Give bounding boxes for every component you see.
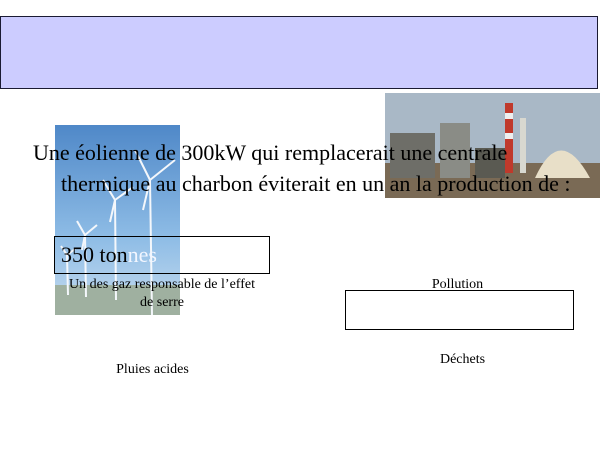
pollution-answer-box <box>345 290 574 330</box>
main-statement: Une éolienne de 300kW qui remplacerait u… <box>33 140 571 196</box>
slide-title-bar <box>0 16 598 89</box>
tonnes-answer-box: 350 tonnes <box>54 236 270 274</box>
label-greenhouse-gas: Un des gaz responsable de l’effet de ser… <box>69 277 255 310</box>
tonnes-suffix: nes <box>127 242 157 267</box>
label-acid-rain: Pluies acides <box>116 362 189 377</box>
tonnes-number: 350 ton <box>61 242 128 267</box>
label-waste: Déchets <box>439 352 486 367</box>
